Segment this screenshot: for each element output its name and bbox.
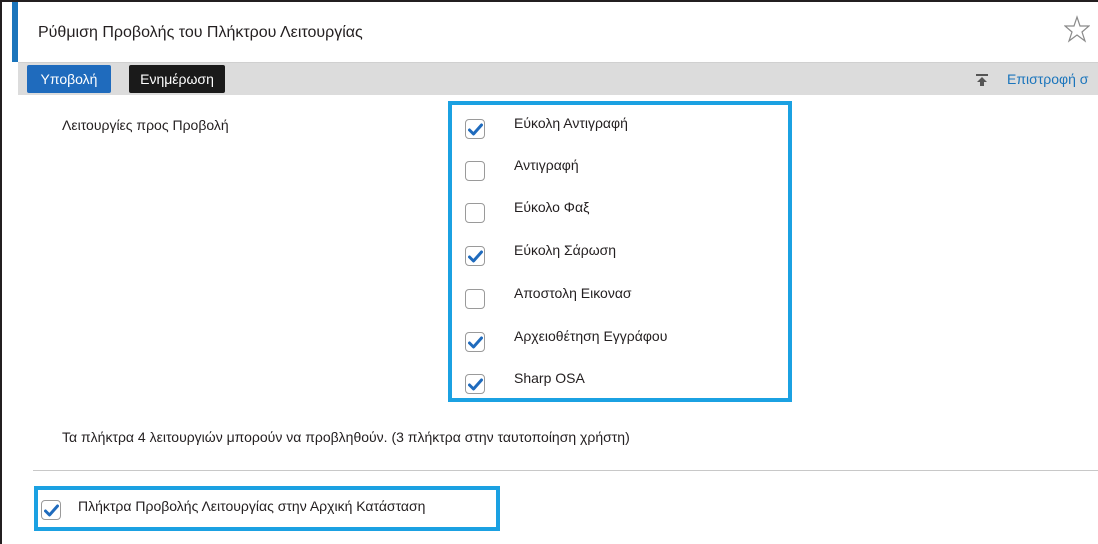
checkbox-unchecked[interactable] <box>465 289 485 309</box>
function-option[interactable]: Αποστολη Εικονασ <box>465 285 775 317</box>
function-option[interactable]: Εύκολο Φαξ <box>465 199 775 231</box>
page-title: Ρύθμιση Προβολής του Πλήκτρου Λειτουργία… <box>38 24 363 41</box>
function-option[interactable]: Εύκολη Αντιγραφή <box>465 115 775 147</box>
function-option[interactable]: Αρχειοθέτηση Εγγράφου <box>465 328 775 360</box>
checkbox-checked[interactable] <box>465 246 485 266</box>
function-option-label: Εύκολη Σάρωση <box>514 242 617 258</box>
function-option[interactable]: Sharp OSA <box>465 370 775 402</box>
functions-label: Λειτουργίες προς Προβολή <box>62 117 229 133</box>
star-outline-icon[interactable] <box>1063 14 1091 48</box>
function-limit-note: Τα πλήκτρα 4 λειτουργιών μπορούν να προβ… <box>62 429 630 445</box>
checkbox-unchecked[interactable] <box>465 203 485 223</box>
checkbox-checked[interactable] <box>465 119 485 139</box>
back-to-top-link[interactable]: Επιστροφή σ <box>1007 71 1088 87</box>
toolbar: Υποβολή Ενημέρωση Επιστροφή σ <box>18 63 1098 95</box>
function-option-label: Αποστολη Εικονασ <box>514 285 632 301</box>
initial-state-option[interactable]: Πλήκτρα Προβολής Λειτουργίας στην Αρχική… <box>41 498 491 524</box>
window-frame-left <box>0 0 2 544</box>
return-to-top-icon[interactable] <box>975 73 989 87</box>
function-option-label: Αρχειοθέτηση Εγγράφου <box>514 328 668 344</box>
function-option[interactable]: Εύκολη Σάρωση <box>465 242 775 274</box>
function-option[interactable]: Αντιγραφή <box>465 157 775 189</box>
submit-button[interactable]: Υποβολή <box>27 65 111 93</box>
function-option-label: Αντιγραφή <box>514 157 579 173</box>
checkbox-unchecked[interactable] <box>465 161 485 181</box>
function-option-label: Εύκολη Αντιγραφή <box>514 115 628 131</box>
title-accent-bar <box>12 2 18 62</box>
checkbox-checked[interactable] <box>41 500 61 520</box>
function-option-label: Sharp OSA <box>514 370 585 386</box>
checkbox-checked[interactable] <box>465 332 485 352</box>
title-bar: Ρύθμιση Προβολής του Πλήκτρου Λειτουργία… <box>18 2 1098 63</box>
checkbox-checked[interactable] <box>465 374 485 394</box>
update-button[interactable]: Ενημέρωση <box>129 65 225 93</box>
section-divider <box>33 470 1098 471</box>
function-option-label: Εύκολο Φαξ <box>514 199 590 215</box>
initial-state-label: Πλήκτρα Προβολής Λειτουργίας στην Αρχική… <box>78 498 426 514</box>
